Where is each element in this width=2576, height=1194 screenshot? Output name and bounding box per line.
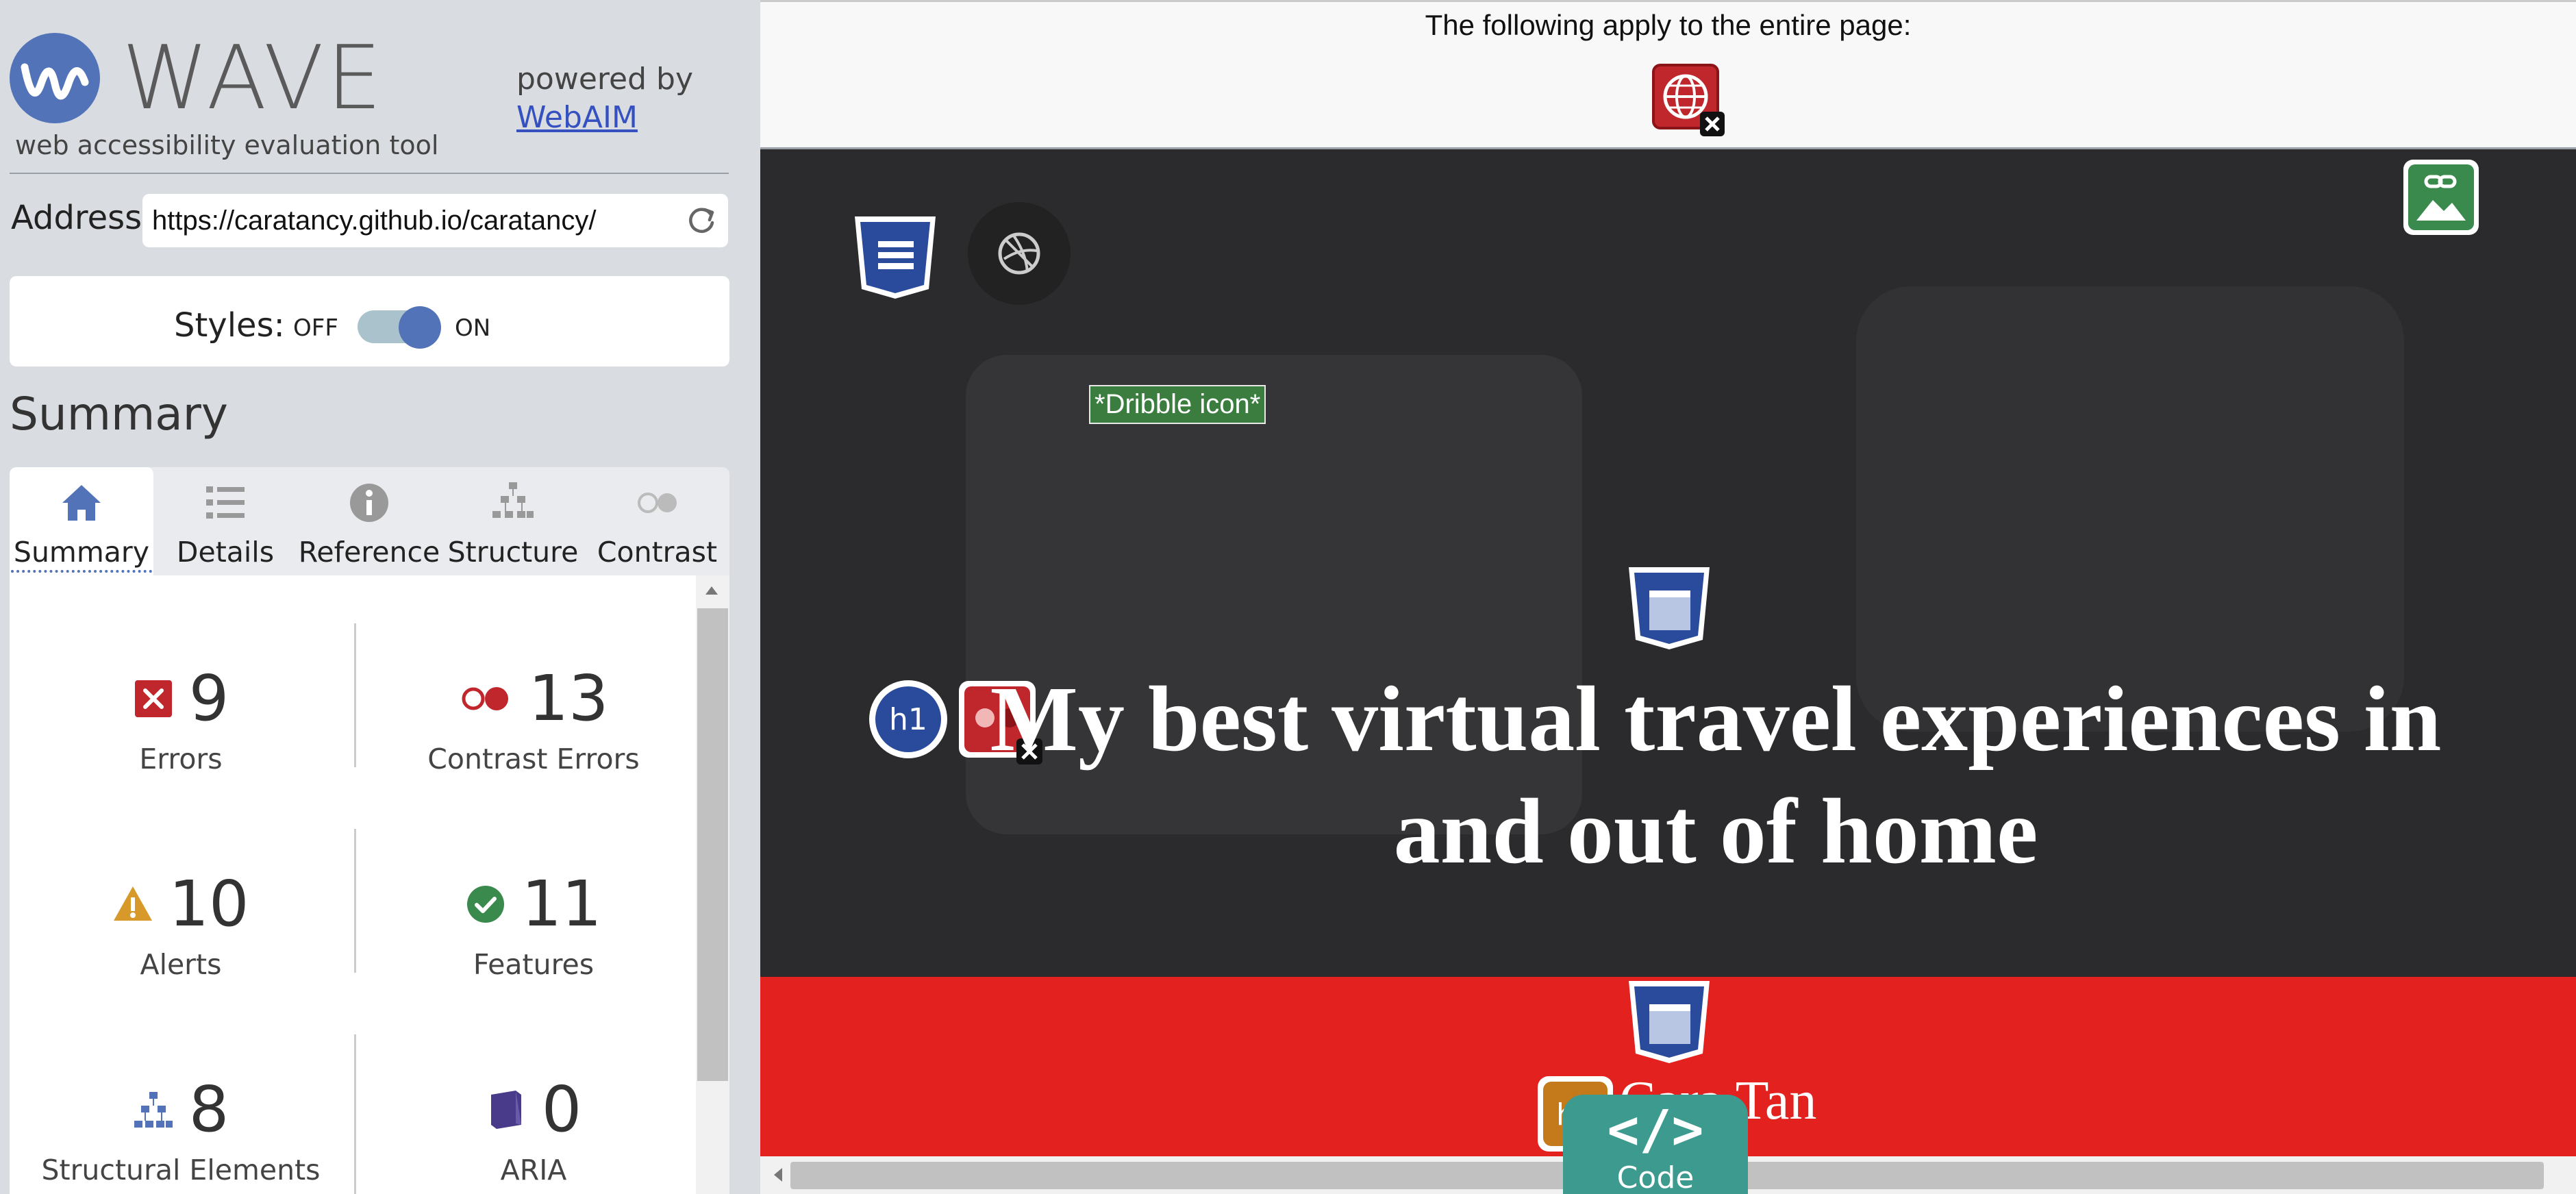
page-notice-text: The following apply to the entire page: bbox=[1425, 9, 1912, 41]
styles-off-label: OFF bbox=[293, 314, 338, 342]
alt-text-label: *Dribble icon* bbox=[1089, 385, 1266, 424]
divider bbox=[354, 1034, 356, 1194]
linked-image-icon[interactable] bbox=[2401, 158, 2481, 237]
features-label: Features bbox=[473, 948, 595, 981]
panel-tabs: Summary Details Reference Structure Cont… bbox=[10, 467, 729, 575]
structural-count: 8 bbox=[188, 1073, 229, 1146]
address-label: Address: bbox=[11, 199, 153, 237]
alerts-count: 10 bbox=[168, 867, 249, 941]
wave-logo-text: WAVE bbox=[122, 27, 385, 129]
alerts-label: Alerts bbox=[140, 948, 222, 981]
tab-structure[interactable]: Structure bbox=[441, 467, 585, 575]
contrast-icon bbox=[634, 480, 681, 526]
hero-heading: My best virtual travel experiences in an… bbox=[990, 668, 2442, 883]
tab-label: Summary bbox=[11, 536, 152, 573]
contrast-errors-count: 13 bbox=[528, 662, 609, 735]
dribbble-icon[interactable] bbox=[966, 200, 1096, 330]
error-icon bbox=[133, 678, 174, 719]
tab-reference[interactable]: Reference bbox=[297, 467, 441, 575]
hero-section: *Dribble icon* h1 My best virtual travel… bbox=[760, 149, 2576, 977]
aria-count: 0 bbox=[541, 1073, 582, 1146]
page-level-notices: The following apply to the entire page: bbox=[760, 0, 2576, 149]
structural-label: Structural Elements bbox=[41, 1154, 321, 1186]
styles-toggle-panel: Styles: OFF ON bbox=[10, 276, 729, 366]
aria-icon bbox=[486, 1089, 527, 1130]
language-error-icon[interactable] bbox=[1651, 62, 1726, 139]
code-button-label: Code bbox=[1616, 1160, 1695, 1194]
contrast-error-icon bbox=[458, 678, 513, 719]
tab-details[interactable]: Details bbox=[153, 467, 297, 575]
wave-logo-icon bbox=[10, 33, 100, 123]
section-region-icon[interactable] bbox=[1625, 977, 1714, 1066]
alerts-stat[interactable]: 10 Alerts bbox=[23, 870, 338, 981]
structure-icon bbox=[133, 1089, 174, 1130]
scroll-left-icon[interactable] bbox=[770, 1165, 786, 1185]
code-toggle-button[interactable]: </> Code bbox=[1563, 1095, 1748, 1194]
address-bar bbox=[142, 194, 728, 247]
divider bbox=[354, 829, 356, 973]
errors-count: 9 bbox=[188, 662, 229, 735]
tab-summary[interactable]: Summary bbox=[10, 467, 153, 575]
header-region-icon[interactable] bbox=[851, 212, 940, 301]
svg-text:h1: h1 bbox=[889, 702, 927, 737]
main-region-icon[interactable] bbox=[1625, 563, 1714, 652]
panel-scrollbar-thumb[interactable] bbox=[697, 608, 728, 1081]
wave-tagline: web accessibility evaluation tool bbox=[15, 130, 439, 160]
refresh-icon[interactable] bbox=[683, 202, 720, 239]
list-icon bbox=[202, 480, 249, 526]
scroll-up-icon[interactable] bbox=[701, 582, 722, 599]
summary-heading: Summary bbox=[10, 388, 228, 440]
errors-label: Errors bbox=[139, 743, 223, 775]
contrast-errors-stat[interactable]: 13 Contrast Errors bbox=[366, 662, 701, 776]
webaim-link[interactable]: WebAIM bbox=[516, 100, 638, 135]
address-input[interactable] bbox=[152, 194, 673, 247]
heading-h1-icon[interactable]: h1 bbox=[867, 678, 949, 760]
styles-label: Styles: bbox=[174, 306, 285, 345]
divider bbox=[354, 623, 356, 767]
structural-stat[interactable]: 8 Structural Elements bbox=[23, 1073, 338, 1187]
tab-label: Reference bbox=[298, 536, 440, 569]
hierarchy-icon bbox=[490, 480, 536, 526]
info-icon bbox=[346, 480, 392, 526]
alert-icon bbox=[112, 884, 153, 925]
powered-by: powered by WebAIM bbox=[516, 60, 693, 137]
features-count: 11 bbox=[521, 867, 602, 941]
summary-panel: 9 Errors 13 Contrast Errors 10 Alerts 11… bbox=[10, 575, 729, 1194]
wave-sidebar: WAVE web accessibility evaluation tool p… bbox=[0, 0, 760, 1194]
tab-label: Structure bbox=[447, 536, 579, 569]
styles-toggle-knob[interactable] bbox=[399, 306, 441, 349]
aria-label: ARIA bbox=[500, 1154, 567, 1186]
tab-contrast[interactable]: Contrast bbox=[585, 467, 729, 575]
home-icon bbox=[58, 480, 105, 526]
tab-label: Details bbox=[176, 536, 275, 569]
code-icon: </> bbox=[1607, 1099, 1704, 1161]
styles-on-label: ON bbox=[455, 314, 491, 342]
tab-label: Contrast bbox=[597, 536, 718, 569]
contrast-errors-label: Contrast Errors bbox=[427, 743, 640, 775]
powered-by-text: powered by bbox=[516, 62, 693, 97]
features-stat[interactable]: 11 Features bbox=[366, 870, 701, 981]
evaluated-page: The following apply to the entire page: bbox=[760, 0, 2576, 1194]
aria-stat[interactable]: 0 ARIA bbox=[366, 1075, 701, 1186]
errors-stat[interactable]: 9 Errors bbox=[23, 664, 338, 775]
feature-icon bbox=[465, 884, 506, 925]
divider bbox=[10, 173, 729, 174]
